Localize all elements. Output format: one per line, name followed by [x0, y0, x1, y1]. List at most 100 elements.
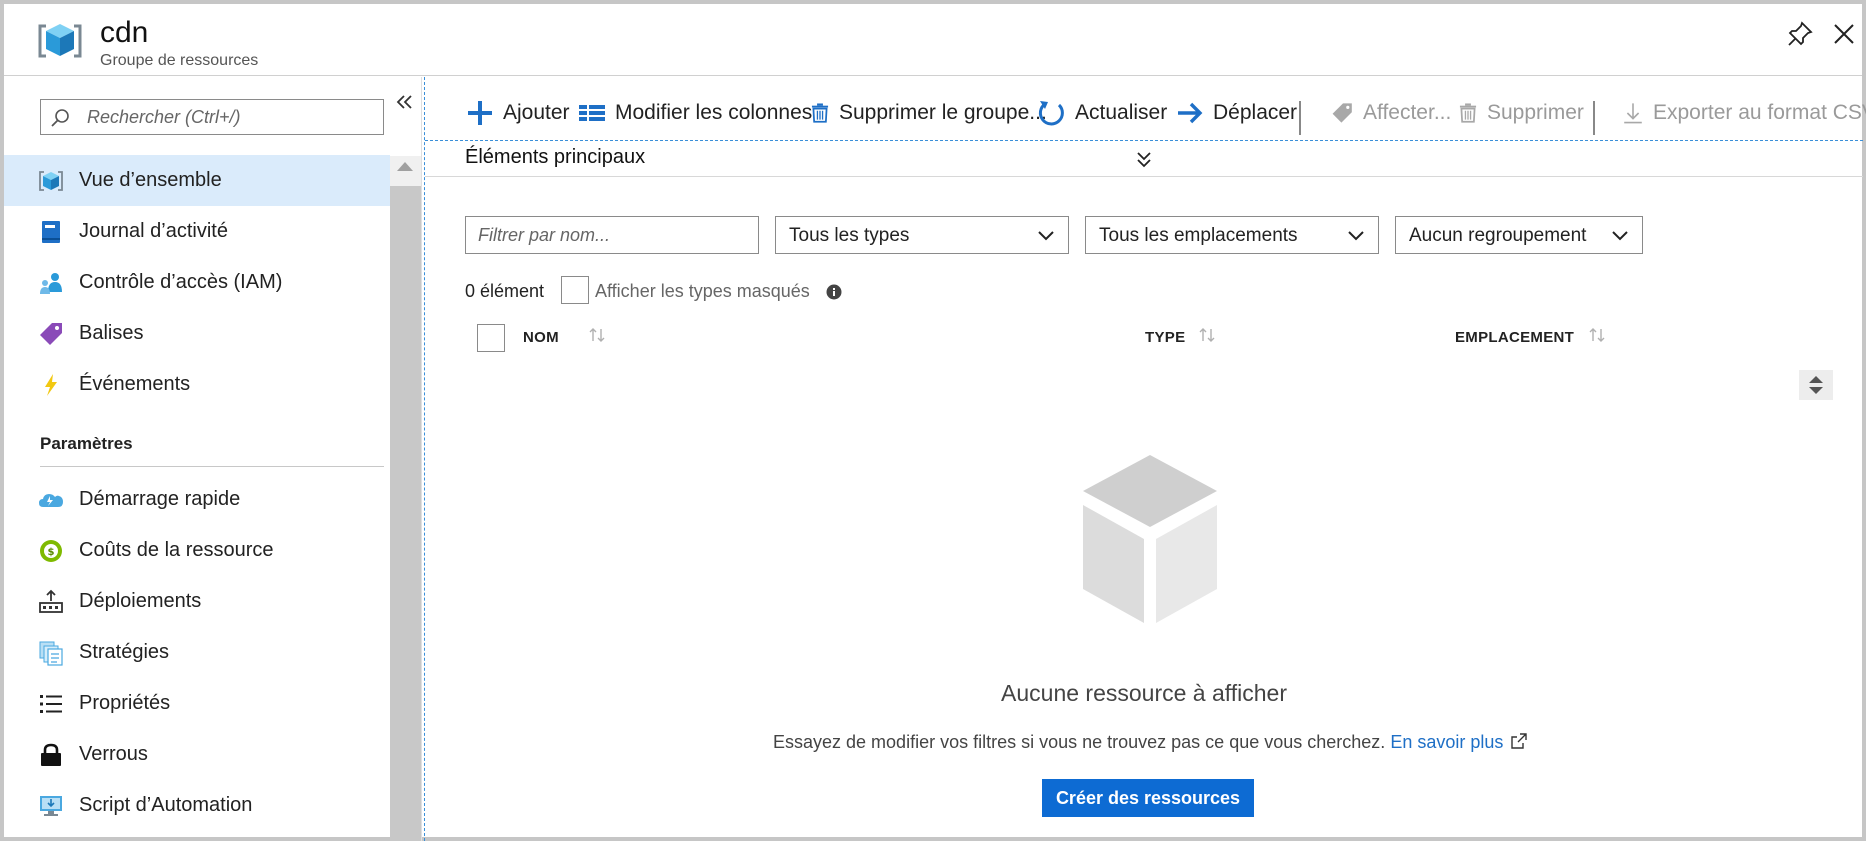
search-input[interactable] [87, 104, 377, 130]
refresh-label: Actualiser [1075, 101, 1168, 124]
blade-header: cdn Groupe de ressources [4, 4, 1862, 76]
type-filter-value: Tous les types [789, 225, 910, 246]
close-icon[interactable] [1830, 20, 1858, 48]
refresh-icon [1038, 101, 1064, 126]
sidebar-item-label: Journal d’activité [79, 220, 228, 242]
add-button[interactable]: Ajouter [465, 95, 570, 131]
lock-icon [41, 743, 61, 766]
essentials-bar[interactable]: Éléments principaux [425, 141, 1863, 177]
chevron-down-icon [1612, 231, 1628, 241]
empty-state-text: Essayez de modifier vos filtres si vous … [773, 732, 1386, 752]
sidebar-item-quickstart[interactable]: Démarrage rapide [4, 474, 390, 525]
show-hidden-types-checkbox[interactable] [561, 276, 589, 304]
resource-group-icon [39, 171, 63, 191]
filter-by-name-input[interactable] [465, 216, 759, 254]
main-content: Ajouter Modifier les colonnes Supprimer … [424, 77, 1866, 841]
sidebar-item-label: Stratégies [79, 641, 170, 663]
properties-list-icon [40, 695, 62, 713]
column-header-type[interactable]: TYPE [1145, 329, 1185, 346]
location-filter-dropdown[interactable]: Tous les emplacements [1085, 216, 1379, 254]
automation-script-icon [40, 796, 62, 816]
empty-state-description: Essayez de modifier vos filtres si vous … [773, 732, 1528, 753]
column-header-location[interactable]: EMPLACEMENT [1455, 329, 1574, 346]
trash-icon [811, 103, 829, 123]
sidebar-item-deployments[interactable]: Déploiements [4, 576, 390, 627]
sidebar-item-iam[interactable]: Contrôle d’accès (IAM) [4, 257, 390, 308]
resource-group-icon [38, 24, 82, 58]
empty-state-title: Aucune ressource à afficher [1001, 680, 1287, 706]
edit-columns-button[interactable]: Modifier les colonnes [577, 95, 812, 131]
sidebar-item-label: Démarrage rapide [79, 488, 241, 510]
chevron-down-icon [1038, 231, 1054, 241]
section-title: Paramètres [40, 434, 133, 453]
sidebar-item-automation-script[interactable]: Script d’Automation [4, 780, 390, 831]
grouping-dropdown[interactable]: Aucun regroupement [1395, 216, 1643, 254]
move-label: Déplacer [1213, 101, 1298, 124]
quickstart-cloud-icon [39, 494, 63, 507]
page-title: cdn [100, 16, 149, 49]
scrollbar-thumb[interactable] [390, 186, 421, 841]
cost-icon: $ [40, 540, 62, 562]
search-icon [51, 109, 69, 127]
sort-icon[interactable] [587, 325, 607, 345]
info-icon[interactable] [826, 284, 842, 300]
sidebar-item-overview[interactable]: Vue d’ensemble [4, 155, 390, 206]
export-csv-button[interactable]: Exporter au format CSV [1621, 95, 1866, 131]
sidebar-item-policies[interactable]: Stratégies [4, 627, 390, 678]
assign-tags-button[interactable]: Affecter... [1331, 95, 1451, 131]
settings-section-header: Paramètres [4, 410, 390, 474]
section-divider [40, 466, 384, 467]
sidebar: Vue d’ensemble Journal d’activité Contrô… [4, 77, 422, 841]
sidebar-item-label: Propriétés [79, 692, 171, 714]
empty-resources-cube-icon [1083, 455, 1217, 623]
sort-icon[interactable] [1587, 325, 1607, 345]
sidebar-nav: Vue d’ensemble Journal d’activité Contrô… [4, 155, 390, 831]
external-link-icon[interactable] [1511, 733, 1528, 749]
select-all-checkbox[interactable] [477, 324, 505, 352]
sidebar-item-label: Verrous [79, 743, 148, 765]
sidebar-item-label: Coûts de la ressource [79, 539, 274, 561]
sidebar-scrollbar[interactable] [390, 156, 421, 841]
columns-icon [579, 105, 605, 121]
sidebar-item-activity-log[interactable]: Journal d’activité [4, 206, 390, 257]
tag-icon [40, 323, 62, 345]
page-subtitle: Groupe de ressources [100, 52, 259, 69]
move-button[interactable]: Déplacer [1175, 95, 1297, 131]
scroll-up-arrow-icon[interactable] [397, 162, 413, 171]
app-window: cdn Groupe de ressources Rechercher (Ctr… [0, 0, 1866, 841]
location-filter-value: Tous les emplacements [1099, 225, 1298, 246]
create-resources-button[interactable]: Créer des ressources [1042, 779, 1254, 817]
sidebar-item-costs[interactable]: $ Coûts de la ressource [4, 525, 390, 576]
sidebar-item-label: Vue d’ensemble [79, 169, 222, 191]
sidebar-item-tags[interactable]: Balises [4, 308, 390, 359]
sidebar-item-locks[interactable]: Verrous [4, 729, 390, 780]
sidebar-item-label: Balises [79, 322, 144, 344]
delete-button[interactable]: Supprimer [1457, 95, 1584, 131]
pin-icon[interactable] [1786, 20, 1814, 48]
delete-label: Supprimer [1487, 101, 1584, 124]
double-chevron-down-icon[interactable] [1133, 149, 1155, 171]
column-header-name[interactable]: NOM [523, 329, 559, 346]
sort-icon[interactable] [1197, 325, 1217, 345]
activity-log-icon [42, 221, 60, 243]
learn-more-link[interactable]: En savoir plus [1390, 732, 1503, 752]
sidebar-search[interactable] [40, 99, 384, 135]
edit-columns-label: Modifier les colonnes [615, 101, 813, 124]
sidebar-item-properties[interactable]: Propriétés [4, 678, 390, 729]
refresh-button[interactable]: Actualiser [1037, 95, 1167, 131]
delete-group-button[interactable]: Supprimer le groupe... [809, 95, 1047, 131]
collapse-sidebar-icon[interactable] [394, 91, 416, 113]
sidebar-item-events[interactable]: Événements [4, 359, 390, 410]
sidebar-item-label: Événements [79, 373, 191, 395]
toolbar-separator [1593, 101, 1595, 135]
download-icon [1624, 103, 1642, 124]
scroll-up-down-icon[interactable] [1799, 370, 1833, 400]
sidebar-item-label: Script d’Automation [79, 794, 253, 816]
sidebar-item-label: Contrôle d’accès (IAM) [79, 271, 283, 293]
export-csv-label: Exporter au format CSV [1653, 101, 1866, 124]
essentials-label: Éléments principaux [465, 146, 646, 168]
add-button-label: Ajouter [503, 101, 570, 124]
grouping-value: Aucun regroupement [1409, 225, 1587, 246]
type-filter-dropdown[interactable]: Tous les types [775, 216, 1069, 254]
tag-icon [1332, 103, 1352, 123]
